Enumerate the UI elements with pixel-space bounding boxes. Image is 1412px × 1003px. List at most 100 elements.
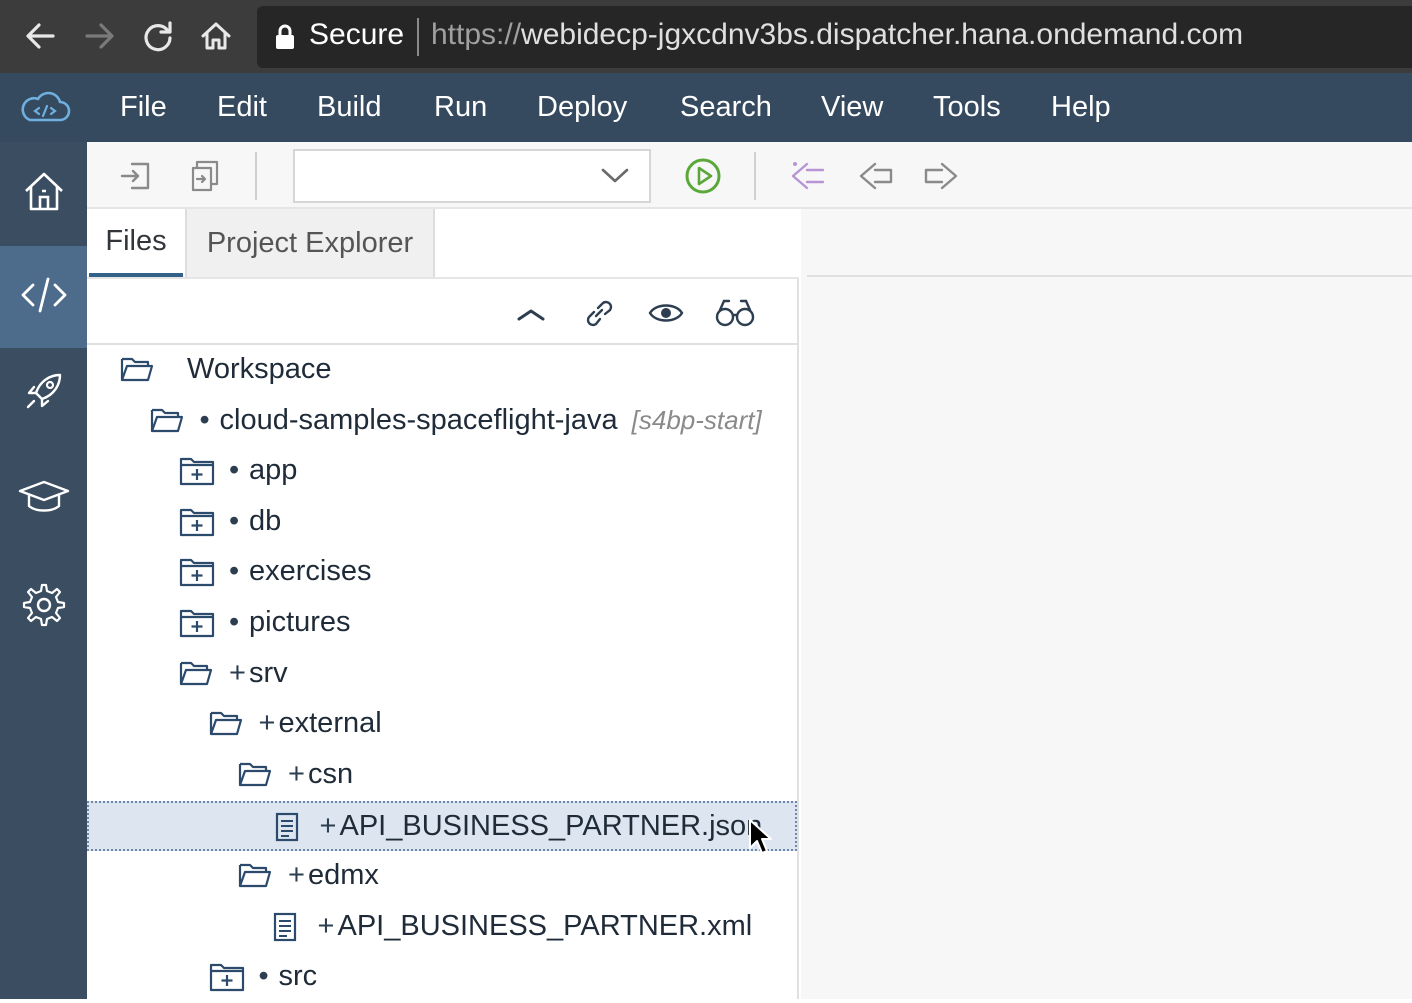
tree-item-name: srv [249, 656, 288, 689]
tree-item-name: API_BUSINESS_PARTNER.json [339, 810, 763, 843]
open-folder-icon [179, 659, 213, 692]
back-icon[interactable] [855, 156, 895, 196]
tree-item[interactable]: + API_BUSINESS_PARTNER.json [87, 801, 797, 852]
menu-view[interactable]: View [821, 91, 883, 124]
tree-item-name: app [249, 454, 298, 487]
toolbar-separator [754, 152, 756, 200]
graduation-cap-icon [18, 479, 70, 520]
browser-toolbar: Secure https://webidecp-jgxcdnv3bs.dispa… [0, 0, 1412, 73]
git-status-marker: • [229, 454, 240, 487]
tree-item-name: API_BUSINESS_PARTNER.xml [337, 909, 753, 942]
tree-item-name: Workspace [187, 353, 332, 385]
file-icon [272, 912, 298, 947]
tree-item-name: exercises [249, 555, 372, 588]
git-status-marker: + [229, 656, 246, 689]
closed-folder-icon [179, 608, 215, 643]
tree-item[interactable]: • pictures [87, 599, 797, 649]
tree-item[interactable]: + edmx [87, 852, 797, 902]
tree-item-label: + API_BUSINESS_PARTNER.json [320, 810, 763, 843]
tab-files[interactable]: Files [89, 209, 183, 277]
git-status-marker: • [199, 403, 210, 436]
tree-item[interactable]: • db [87, 498, 797, 548]
toolbar-separator [255, 152, 257, 200]
tree-item-label: + edmx [288, 859, 379, 892]
tree-item-name: external [278, 707, 382, 740]
tree-item-label: • db [229, 505, 281, 538]
git-status-marker: • [229, 555, 240, 588]
open-folder-icon [150, 406, 184, 439]
url-text[interactable]: https://webidecp-jgxcdnv3bs.dispatcher.h… [431, 18, 1243, 52]
tree-item-label: • exercises [229, 555, 372, 588]
run-icon[interactable] [683, 156, 723, 196]
menu-help[interactable]: Help [1051, 91, 1111, 124]
closed-folder-icon [209, 962, 245, 997]
home-icon[interactable] [196, 16, 236, 56]
open-folder-icon [238, 861, 272, 894]
menu-bar: File Edit Build Run Deploy Search View T… [0, 73, 1412, 142]
git-status-marker: + [288, 859, 305, 891]
tree-item-label: + csn [288, 758, 353, 791]
rail-learning-button[interactable] [0, 448, 87, 550]
git-status-marker: + [258, 707, 276, 740]
menu-file[interactable]: File [120, 91, 167, 124]
tree-item-name: edmx [308, 859, 379, 891]
editor-area [801, 209, 1412, 999]
menu-run[interactable]: Run [434, 91, 487, 124]
tree-item[interactable]: + API_BUSINESS_PARTNER.xml [87, 903, 797, 953]
tree-item[interactable]: + csn [87, 751, 797, 801]
tree-item-label: Workspace [187, 353, 332, 386]
tree-item[interactable]: + srv [87, 650, 797, 700]
link-icon[interactable] [579, 293, 619, 333]
tree-item[interactable]: • exercises [87, 548, 797, 598]
tree-item-name: pictures [249, 606, 351, 638]
tree-item-name: src [278, 960, 318, 993]
collapse-icon[interactable] [511, 293, 551, 333]
closed-folder-icon [179, 456, 215, 491]
git-status-marker: • [229, 606, 240, 638]
menu-deploy[interactable]: Deploy [537, 91, 627, 124]
last-edit-icon[interactable] [787, 156, 827, 196]
tree-item[interactable]: Workspace [87, 346, 797, 396]
menu-build[interactable]: Build [317, 91, 382, 124]
menu-search[interactable]: Search [680, 91, 772, 124]
arrow-right-icon[interactable] [80, 16, 120, 56]
address-bar[interactable]: Secure https://webidecp-jgxcdnv3bs.dispa… [257, 6, 1412, 68]
rail-home-button[interactable] [0, 142, 87, 244]
eye-icon[interactable] [646, 293, 686, 333]
code-icon [19, 275, 69, 320]
workspace-pane: Files Project Explorer Workspace • cloud-s… [87, 209, 799, 999]
export-icon[interactable] [185, 156, 225, 196]
menu-tools[interactable]: Tools [933, 91, 1001, 124]
tree-item-label: • pictures [229, 606, 351, 639]
home-icon [22, 169, 66, 218]
open-folder-icon [238, 760, 272, 793]
open-folder-icon [120, 355, 154, 388]
menu-edit[interactable]: Edit [217, 91, 267, 124]
tree-item-label: + API_BUSINESS_PARTNER.xml [318, 910, 753, 943]
tab-project-explorer[interactable]: Project Explorer [185, 209, 435, 277]
arrow-left-icon[interactable] [20, 16, 60, 56]
tree-item-name: db [249, 504, 282, 537]
closed-folder-icon [179, 557, 215, 592]
tree-item-label: + srv [229, 657, 288, 690]
git-status-marker: • [229, 504, 240, 537]
tree-item[interactable]: • cloud-samples-spaceflight-java [s4bp-sta… [87, 397, 797, 447]
rail-development-button[interactable] [0, 246, 87, 348]
tree-item[interactable]: • src [87, 953, 797, 1003]
tree-item-label: • cloud-samples-spaceflight-java [s4bp-sta… [200, 404, 762, 437]
secure-label: Secure [309, 18, 405, 51]
import-icon[interactable] [116, 156, 156, 196]
rail-deploy-button[interactable] [0, 342, 87, 444]
rail-settings-button[interactable] [0, 556, 87, 658]
tree-item[interactable]: • app [87, 447, 797, 497]
open-folder-icon [209, 709, 243, 742]
tree-item[interactable]: + external [87, 700, 797, 750]
left-rail [0, 142, 87, 999]
git-status-marker: + [317, 909, 335, 942]
tree-item-name: csn [308, 757, 354, 790]
binoculars-icon[interactable] [715, 293, 755, 333]
address-separator [417, 18, 419, 56]
forward-icon[interactable] [922, 156, 962, 196]
run-configuration-select[interactable] [293, 149, 651, 203]
reload-icon[interactable] [138, 16, 178, 56]
